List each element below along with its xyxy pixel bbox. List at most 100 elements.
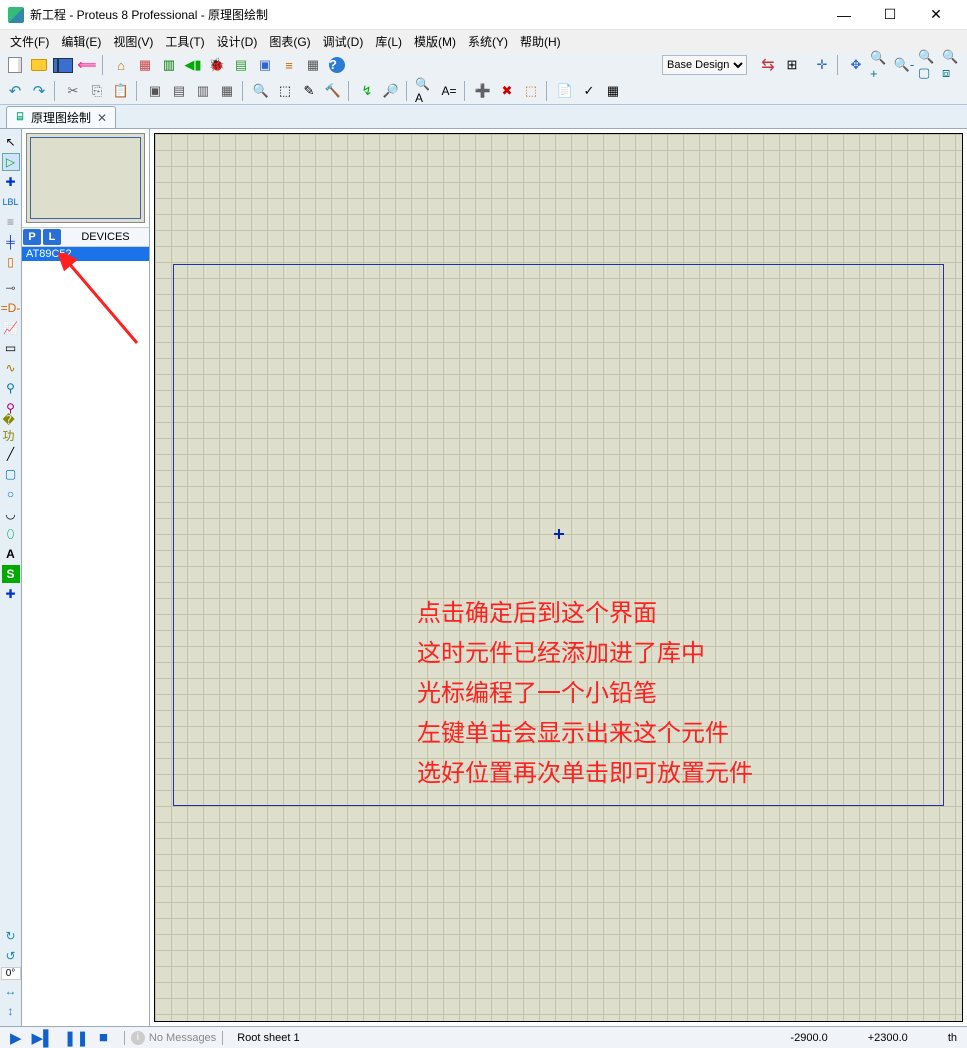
grid-button[interactable]: ⊞ (781, 54, 803, 76)
debug-button[interactable]: 🐞 (206, 54, 228, 76)
sim-play-button[interactable]: ▶ (10, 1029, 22, 1047)
pan-button[interactable]: ✥ (845, 54, 867, 76)
wire-autoroute-button[interactable]: ↯ (356, 80, 378, 102)
property-assign-button[interactable]: A= (438, 80, 460, 102)
menu-edit[interactable]: 编辑(E) (55, 31, 107, 52)
menu-file[interactable]: 文件(F) (4, 31, 55, 52)
block-rotate-button[interactable]: ▥ (192, 80, 214, 102)
menu-template[interactable]: 模版(M) (408, 31, 462, 52)
menu-system[interactable]: 系统(Y) (462, 31, 514, 52)
help-button[interactable]: ? (326, 54, 348, 76)
block-move-button[interactable]: ▤ (168, 80, 190, 102)
zoom-in-button[interactable]: 🔍+ (869, 54, 891, 76)
origin-button[interactable]: ✛ (811, 54, 833, 76)
sim-step-button[interactable]: ▶▌ (32, 1029, 54, 1047)
design-explorer-button[interactable]: ▤ (230, 54, 252, 76)
sim-pause-button[interactable]: ❚❚ (64, 1029, 89, 1047)
schematic-canvas[interactable]: 点击确定后到这个界面 这时元件已经添加进了库中 光标编程了一个小铅笔 左键单击会… (154, 133, 963, 1022)
redo-button[interactable]: ↷ (28, 80, 50, 102)
bom-button[interactable]: ▦ (302, 54, 324, 76)
tab-schematic[interactable]: ⌸ 原理图绘制 ✕ (6, 106, 116, 128)
tab-close-button[interactable]: ✕ (95, 111, 109, 125)
libraries-button[interactable]: L (43, 229, 61, 245)
device-list[interactable]: AT89C52 (22, 247, 149, 1026)
erc-button[interactable]: ✓ (578, 80, 600, 102)
voltage-probe-button[interactable]: ⚲ (2, 379, 20, 397)
make-device-button[interactable]: ⬚ (274, 80, 296, 102)
block-copy-button[interactable]: ▣ (144, 80, 166, 102)
junction-mode-button[interactable]: ✚ (2, 173, 20, 191)
new-file-button[interactable] (4, 54, 26, 76)
source-code-button[interactable]: ◀▮ (182, 54, 204, 76)
zoom-out-button[interactable]: 🔍- (893, 54, 915, 76)
menu-graph[interactable]: 图表(G) (263, 31, 316, 52)
line-2d-button[interactable]: ╱ (2, 445, 20, 463)
undo-button[interactable]: ↶ (4, 80, 26, 102)
generator-mode-button[interactable]: ∿ (2, 359, 20, 377)
pick-devices-button[interactable]: P (23, 229, 41, 245)
cut-button[interactable]: ✂ (62, 80, 84, 102)
save-button[interactable] (52, 54, 74, 76)
3d-view-button[interactable]: ▣ (254, 54, 276, 76)
swap-sheet-button[interactable]: ⇆ (757, 54, 779, 76)
canvas-area[interactable]: 点击确定后到这个界面 这时元件已经添加进了库中 光标编程了一个小铅笔 左键单击会… (150, 129, 967, 1026)
schematic-tab-button[interactable]: ▦ (134, 54, 156, 76)
new-sheet-button[interactable]: ➕ (472, 80, 494, 102)
block-delete-button[interactable]: ▦ (216, 80, 238, 102)
arc-2d-button[interactable]: ◡ (2, 505, 20, 523)
pick-button[interactable]: 🔍 (250, 80, 272, 102)
gerber-button[interactable]: ≡ (278, 54, 300, 76)
design-select[interactable]: Base Design (662, 55, 747, 75)
circle-2d-button[interactable]: ○ (2, 485, 20, 503)
rotation-angle[interactable]: 0° (1, 967, 21, 980)
subcircuit-button[interactable]: ▯ (2, 253, 20, 271)
exit-to-parent-button[interactable]: ⬚ (520, 80, 542, 102)
close-project-button[interactable]: ⟸ (76, 54, 98, 76)
selection-mode-button[interactable]: ↖ (2, 133, 20, 151)
design-variant-selector[interactable]: Base Design (662, 55, 747, 75)
rotate-ccw-button[interactable]: ↺ (2, 947, 20, 965)
symbol-2d-button[interactable]: S (2, 565, 20, 583)
menu-design[interactable]: 设计(D) (211, 31, 264, 52)
rotate-cw-button[interactable]: ↻ (2, 927, 20, 945)
flip-vertical-button[interactable]: ↕ (2, 1002, 20, 1020)
device-item[interactable]: AT89C52 (22, 247, 149, 261)
close-button[interactable]: ✕ (913, 0, 959, 30)
path-2d-button[interactable]: ⬯ (2, 525, 20, 543)
wire-label-button[interactable]: LBL (2, 193, 20, 211)
pcb-tab-button[interactable]: ▥ (158, 54, 180, 76)
marker-2d-button[interactable]: ✚ (2, 585, 20, 603)
box-2d-button[interactable]: ▢ (2, 465, 20, 483)
open-file-button[interactable] (28, 54, 50, 76)
remove-sheet-button[interactable]: ✖ (496, 80, 518, 102)
copy-button[interactable]: ⎘ (86, 80, 108, 102)
text-script-button[interactable]: ≡ (2, 213, 20, 231)
tape-recorder-button[interactable]: ▭ (2, 339, 20, 357)
virtual-instruments-button[interactable]: �功 (2, 419, 20, 437)
terminals-button[interactable]: ⊸ (2, 279, 20, 297)
netlist-button[interactable]: ▦ (602, 80, 624, 102)
bill-of-materials-button[interactable]: 📄 (554, 80, 576, 102)
graph-mode-button[interactable]: 📈 (2, 319, 20, 337)
zoom-area-button[interactable]: 🔍⧈ (941, 54, 963, 76)
home-button[interactable]: ⌂ (110, 54, 132, 76)
text-2d-button[interactable]: A (2, 545, 20, 563)
menu-help[interactable]: 帮助(H) (514, 31, 567, 52)
messages-text[interactable]: No Messages (149, 1032, 216, 1044)
overview-panel[interactable] (26, 133, 145, 223)
maximize-button[interactable]: ☐ (867, 0, 913, 30)
menu-tools[interactable]: 工具(T) (159, 31, 210, 52)
flip-horizontal-button[interactable]: ↔ (2, 982, 20, 1000)
component-mode-button[interactable]: ▷ (2, 153, 20, 171)
device-pins-button[interactable]: =D- (2, 299, 20, 317)
decompose-button[interactable]: 🔨 (322, 80, 344, 102)
minimize-button[interactable]: — (821, 0, 867, 30)
menu-view[interactable]: 视图(V) (107, 31, 159, 52)
packaging-button[interactable]: ✎ (298, 80, 320, 102)
menu-debug[interactable]: 调试(D) (317, 31, 370, 52)
bus-mode-button[interactable]: ╪ (2, 233, 20, 251)
sim-stop-button[interactable]: ■ (99, 1029, 108, 1047)
find-text-button[interactable]: 🔍A (414, 80, 436, 102)
search-button[interactable]: 🔎 (380, 80, 402, 102)
zoom-fit-button[interactable]: 🔍▢ (917, 54, 939, 76)
